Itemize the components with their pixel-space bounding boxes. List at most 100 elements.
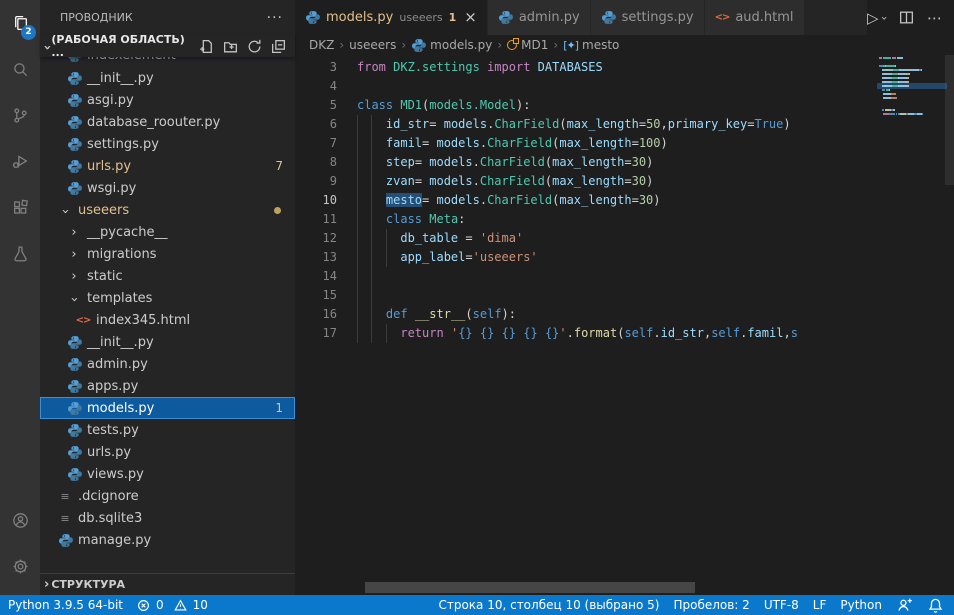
chevron-right-icon: › xyxy=(71,225,76,240)
refresh-explorer-button[interactable] xyxy=(246,38,263,55)
tab-settings.py[interactable]: settings.py xyxy=(591,0,705,35)
activity-badge: 2 xyxy=(21,25,36,40)
activity-extensions-button[interactable] xyxy=(0,184,40,230)
split-editor-button[interactable] xyxy=(898,9,915,26)
status-cursor-position[interactable]: Строка 10, столбец 10 (выбрано 5) xyxy=(438,598,659,612)
breadcrumb-models.py[interactable]: models.py xyxy=(411,38,492,53)
tree-item-urls.py[interactable]: urls.py xyxy=(40,441,295,463)
status-feedback[interactable] xyxy=(896,597,913,614)
close-icon[interactable]: × xyxy=(464,10,477,25)
breadcrumb-separator: › xyxy=(553,38,558,52)
tree-item-label: settings.py xyxy=(87,137,159,152)
breadcrumb-DKZ[interactable]: DKZ xyxy=(309,38,334,52)
chevron-right-icon: › xyxy=(71,247,76,262)
activity-settings-button[interactable] xyxy=(0,543,40,589)
breadcrumb-separator: › xyxy=(497,38,502,52)
breadcrumb-mesto[interactable]: [✦]mesto xyxy=(563,38,619,52)
code-editor[interactable]: 3from DKZ.settings import DATABASES45cla… xyxy=(295,55,954,595)
tree-item--init-.py[interactable]: __init__.py xyxy=(40,67,295,89)
tree-item-templates[interactable]: ›templates xyxy=(40,287,295,309)
tree-item-label: static xyxy=(87,269,123,284)
tree-item-models.py[interactable]: models.py1 xyxy=(40,397,295,419)
indent-guide xyxy=(371,286,372,305)
python-icon xyxy=(66,181,82,196)
tree-item-manage.py[interactable]: manage.py xyxy=(40,529,295,551)
activity-account-button[interactable] xyxy=(0,497,40,543)
tab-admin.py[interactable]: admin.py xyxy=(488,0,591,35)
status-problems[interactable]: 010 xyxy=(137,598,208,612)
status-eol[interactable]: LF xyxy=(813,598,827,612)
status-indentation[interactable]: Пробелов: 2 xyxy=(673,598,749,612)
python-icon xyxy=(66,115,82,130)
activity-testing-button[interactable] xyxy=(0,230,40,276)
line-number: 14 xyxy=(295,267,337,286)
tree-item-wsgi.py[interactable]: wsgi.py xyxy=(40,177,295,199)
indent-guide xyxy=(357,248,358,267)
activity-explorer-button[interactable]: 2 xyxy=(0,0,40,46)
tree-item-settings.py[interactable]: settings.py xyxy=(40,133,295,155)
vertical-scrollbar[interactable] xyxy=(945,55,954,185)
new-folder-button[interactable] xyxy=(222,38,239,55)
run-button[interactable]: ▷› xyxy=(867,9,886,27)
indent-guide xyxy=(386,248,387,267)
tree-item-views.py[interactable]: views.py xyxy=(40,463,295,485)
horizontal-scrollbar[interactable] xyxy=(365,582,695,593)
workspace-label: (РАБОЧАЯ ОБЛАСТЬ) ... xyxy=(51,33,198,59)
status-language-mode[interactable]: Python xyxy=(840,598,882,612)
activity-search-button[interactable] xyxy=(0,46,40,92)
code-line-8: 8 step= models.CharField(max_length=30) xyxy=(295,153,878,172)
breadcrumb-MD1[interactable]: MD1 xyxy=(507,38,548,52)
indent-guide xyxy=(371,324,372,343)
tree-item-label: asgi.py xyxy=(87,93,134,108)
indent-guide xyxy=(371,248,372,267)
workspace-section-header[interactable]: › (РАБОЧАЯ ОБЛАСТЬ) ... xyxy=(40,35,295,57)
tree-item-tests.py[interactable]: tests.py xyxy=(40,419,295,441)
tree-item-useeers[interactable]: ›useeers xyxy=(40,199,295,221)
sidebar-title: ПРОВОДНИК xyxy=(60,11,133,24)
indent-guide xyxy=(371,305,372,324)
new-file-button[interactable] xyxy=(198,38,215,55)
outline-section-header[interactable]: › СТРУКТУРА xyxy=(40,573,295,595)
tab-description: useeers xyxy=(399,11,442,24)
tree-item-static[interactable]: ›static xyxy=(40,265,295,287)
indent-guide xyxy=(371,134,372,153)
tree-item-admin.py[interactable]: admin.py xyxy=(40,353,295,375)
breadcrumb-useeers[interactable]: useeers xyxy=(349,38,396,52)
minimap-line xyxy=(879,113,945,115)
line-number: 6 xyxy=(295,115,337,134)
status-python-interpreter[interactable]: Python 3.9.5 64-bit xyxy=(8,598,123,612)
tree-item-label: apps.py xyxy=(87,379,138,394)
tree-item--init-.py[interactable]: __init__.py xyxy=(40,331,295,353)
more-actions-button[interactable]: ⋯ xyxy=(927,9,942,27)
activity-run-debug-button[interactable] xyxy=(0,138,40,184)
indent-guide xyxy=(371,191,372,210)
indent-guide xyxy=(386,229,387,248)
minimap[interactable] xyxy=(879,57,945,117)
tree-item-asgi.py[interactable]: asgi.py xyxy=(40,89,295,111)
tree-item-db.sqlite3[interactable]: ≡db.sqlite3 xyxy=(40,507,295,529)
tree-item-migrations[interactable]: ›migrations xyxy=(40,243,295,265)
status-encoding[interactable]: UTF-8 xyxy=(764,598,799,612)
python-icon xyxy=(411,38,426,53)
tab-aud.html[interactable]: <>aud.html xyxy=(705,0,805,35)
python-icon xyxy=(66,335,82,350)
line-number: 10 xyxy=(295,191,337,210)
tree-item-database-roouter.py[interactable]: database_roouter.py xyxy=(40,111,295,133)
more-actions-icon[interactable]: ··· xyxy=(267,10,283,26)
source-control-icon xyxy=(12,107,29,124)
tree-item-urls.py[interactable]: urls.py7 xyxy=(40,155,295,177)
tree-item-apps.py[interactable]: apps.py xyxy=(40,375,295,397)
tree-item--pycache-[interactable]: ›__pycache__ xyxy=(40,221,295,243)
minimap-line xyxy=(879,93,945,95)
collapse-folders-button[interactable] xyxy=(270,38,287,55)
activity-source-control-button[interactable] xyxy=(0,92,40,138)
tree-item-.dcignore[interactable]: ≡.dcignore xyxy=(40,485,295,507)
code-line-15: 15 xyxy=(295,286,878,305)
status-notifications[interactable] xyxy=(927,597,944,614)
code-lines: 3from DKZ.settings import DATABASES45cla… xyxy=(295,58,878,343)
python-icon xyxy=(66,137,82,152)
python-icon xyxy=(66,379,82,394)
tree-item-label: urls.py xyxy=(87,159,131,174)
tab-models.py[interactable]: models.pyuseeers1× xyxy=(295,0,488,35)
tree-item-index345.html[interactable]: <>index345.html xyxy=(40,309,295,331)
